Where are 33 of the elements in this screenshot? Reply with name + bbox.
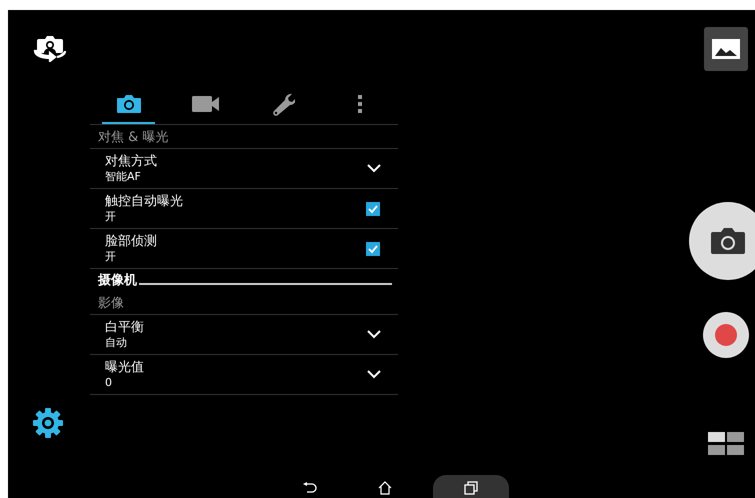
setting-title: 白平衡 [105, 320, 145, 336]
setting-title: 触控自动曝光 [105, 194, 184, 210]
setting-title: 脸部侦测 [105, 234, 158, 250]
section-header: 摄像机 [98, 272, 137, 289]
camera-icon [710, 227, 746, 255]
setting-title: 曝光值 [105, 360, 145, 376]
camera-icon [116, 94, 142, 114]
setting-value: 开 [105, 210, 117, 224]
back-icon[interactable] [303, 482, 317, 494]
chevron-down-icon[interactable] [367, 330, 381, 339]
wrench-icon [270, 92, 294, 116]
gallery-button[interactable] [704, 27, 748, 71]
home-icon[interactable] [377, 481, 393, 495]
switch-camera-icon[interactable] [32, 36, 68, 62]
more-icon [356, 94, 362, 114]
setting-value: 0 [105, 376, 113, 390]
setting-value: 自动 [105, 336, 128, 350]
grid-icon[interactable] [708, 432, 744, 456]
chevron-down-icon[interactable] [367, 370, 381, 379]
category-label: 对焦 & 曝光 [98, 128, 168, 146]
recent-apps-icon [464, 481, 478, 495]
record-button[interactable] [703, 312, 749, 358]
category-label: 影像 [98, 294, 124, 312]
checkbox[interactable] [366, 242, 380, 256]
video-camera-icon [192, 94, 220, 112]
setting-title: 对焦方式 [105, 154, 158, 170]
image-icon [711, 38, 741, 60]
recent-apps-button[interactable] [433, 475, 509, 498]
checkbox[interactable] [366, 202, 380, 216]
setting-value: 智能AF [105, 170, 142, 184]
settings-icon[interactable] [32, 407, 64, 439]
setting-value: 开 [105, 250, 117, 264]
chevron-down-icon[interactable] [367, 164, 381, 173]
